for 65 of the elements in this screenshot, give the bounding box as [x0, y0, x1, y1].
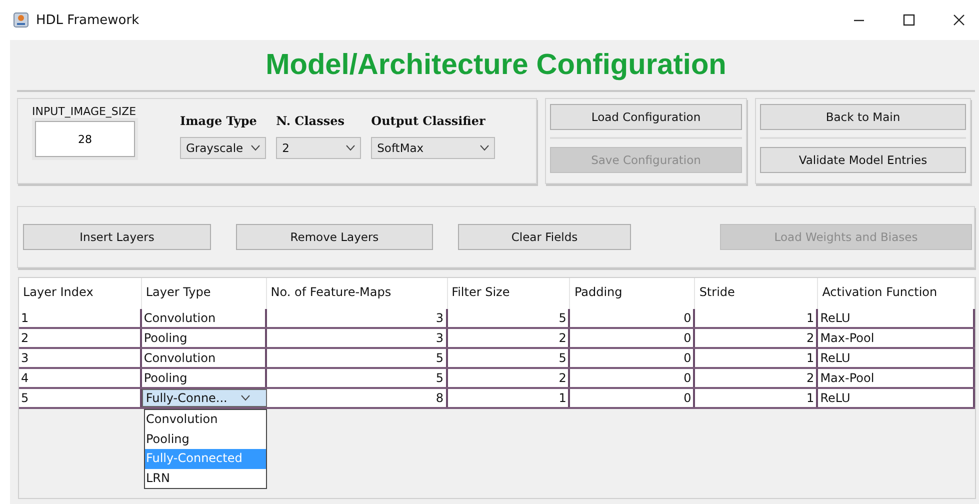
chevron-icon — [346, 145, 356, 151]
dropdown[interactable]: SoftMax — [371, 137, 496, 159]
table-cell: Pooling — [142, 329, 267, 347]
table-cell: ReLU — [818, 349, 976, 367]
page-heading: Model/Architecture Configuration — [264, 48, 728, 82]
layer-type-dropdown[interactable]: Fully-Conne... — [142, 389, 267, 407]
table-cell: 2 — [448, 369, 570, 387]
table-cell: 0 — [570, 349, 696, 367]
table-cell: 3 — [266, 329, 448, 347]
table-cell: 3 — [19, 349, 142, 367]
table-cell: Convolution — [142, 349, 267, 367]
table-cell: 5 — [448, 349, 570, 367]
combo-label: Image Type — [180, 114, 258, 128]
chevron-icon — [241, 395, 250, 401]
table-row[interactable]: 3 Convolution 5 5 0 1 ReLU — [19, 349, 975, 369]
table-row[interactable]: 4 Pooling 5 2 0 2 Max-Pool — [19, 369, 975, 389]
nav-button[interactable]: Back to Main — [760, 104, 966, 130]
table-cell: 2 — [695, 329, 818, 347]
table-cell: 2 — [19, 329, 142, 347]
dropdown[interactable]: 2 — [276, 137, 362, 159]
input-size-field[interactable]: 28 — [35, 121, 135, 157]
table-cell: 5 — [266, 349, 448, 367]
combo-label: Output Classifier — [371, 114, 486, 128]
layer-button[interactable]: Insert Layers — [23, 224, 211, 250]
table-cell: 2 — [695, 369, 818, 387]
combo-label: N. Classes — [276, 114, 346, 128]
close-icon[interactable] — [953, 14, 965, 26]
layer-button[interactable]: Remove Layers — [236, 224, 433, 250]
app-icon — [13, 12, 29, 28]
table-cell: Pooling — [142, 369, 267, 387]
table-cell: 1 — [448, 389, 570, 407]
table-cell: Max-Pool — [818, 369, 976, 387]
table-cell: 1 — [695, 309, 818, 327]
table-cell: Convolution — [142, 309, 267, 327]
table-cell: 0 — [570, 389, 696, 407]
table-cell: 8 — [266, 389, 448, 407]
table-cell: 0 — [570, 369, 696, 387]
table-cell: 5 — [448, 309, 570, 327]
table-cell: 0 — [570, 309, 696, 327]
table-cell: 1 — [695, 389, 818, 407]
input-size-label: INPUT_IMAGE_SIZE — [32, 105, 138, 118]
table-cell: 1 — [695, 349, 818, 367]
table-cell: 4 — [19, 369, 142, 387]
table-row[interactable]: 2 Pooling 3 2 0 2 Max-Pool — [19, 329, 975, 349]
dropdown-option[interactable]: Convolution — [145, 410, 266, 430]
table-row[interactable]: 1 Convolution 3 5 0 1 ReLU — [19, 309, 975, 329]
table-cell: 0 — [570, 329, 696, 347]
layer-button[interactable]: Clear Fields — [458, 224, 631, 250]
table-cell: 5 — [266, 369, 448, 387]
config-button[interactable]: Load Configuration — [550, 104, 742, 130]
table-cell: ReLU — [818, 309, 976, 327]
table-row[interactable]: 5 Fully-Conne... 8 1 0 1 ReLU — [19, 389, 975, 409]
table-cell: ReLU — [818, 389, 976, 407]
nav-button[interactable]: Validate Model Entries — [760, 147, 966, 173]
chevron-icon — [480, 145, 490, 151]
dropdown-option[interactable]: Pooling — [145, 430, 266, 449]
dropdown[interactable]: Grayscale — [180, 137, 266, 159]
table-cell: Max-Pool — [818, 329, 976, 347]
table-cell: 1 — [19, 309, 142, 327]
table-cell: 3 — [266, 309, 448, 327]
maximize-icon[interactable] — [903, 14, 915, 26]
table-cell: 2 — [448, 329, 570, 347]
window-title: HDL Framework — [36, 12, 140, 28]
chevron-icon — [251, 145, 260, 151]
dropdown-option[interactable]: LRN — [145, 468, 266, 488]
